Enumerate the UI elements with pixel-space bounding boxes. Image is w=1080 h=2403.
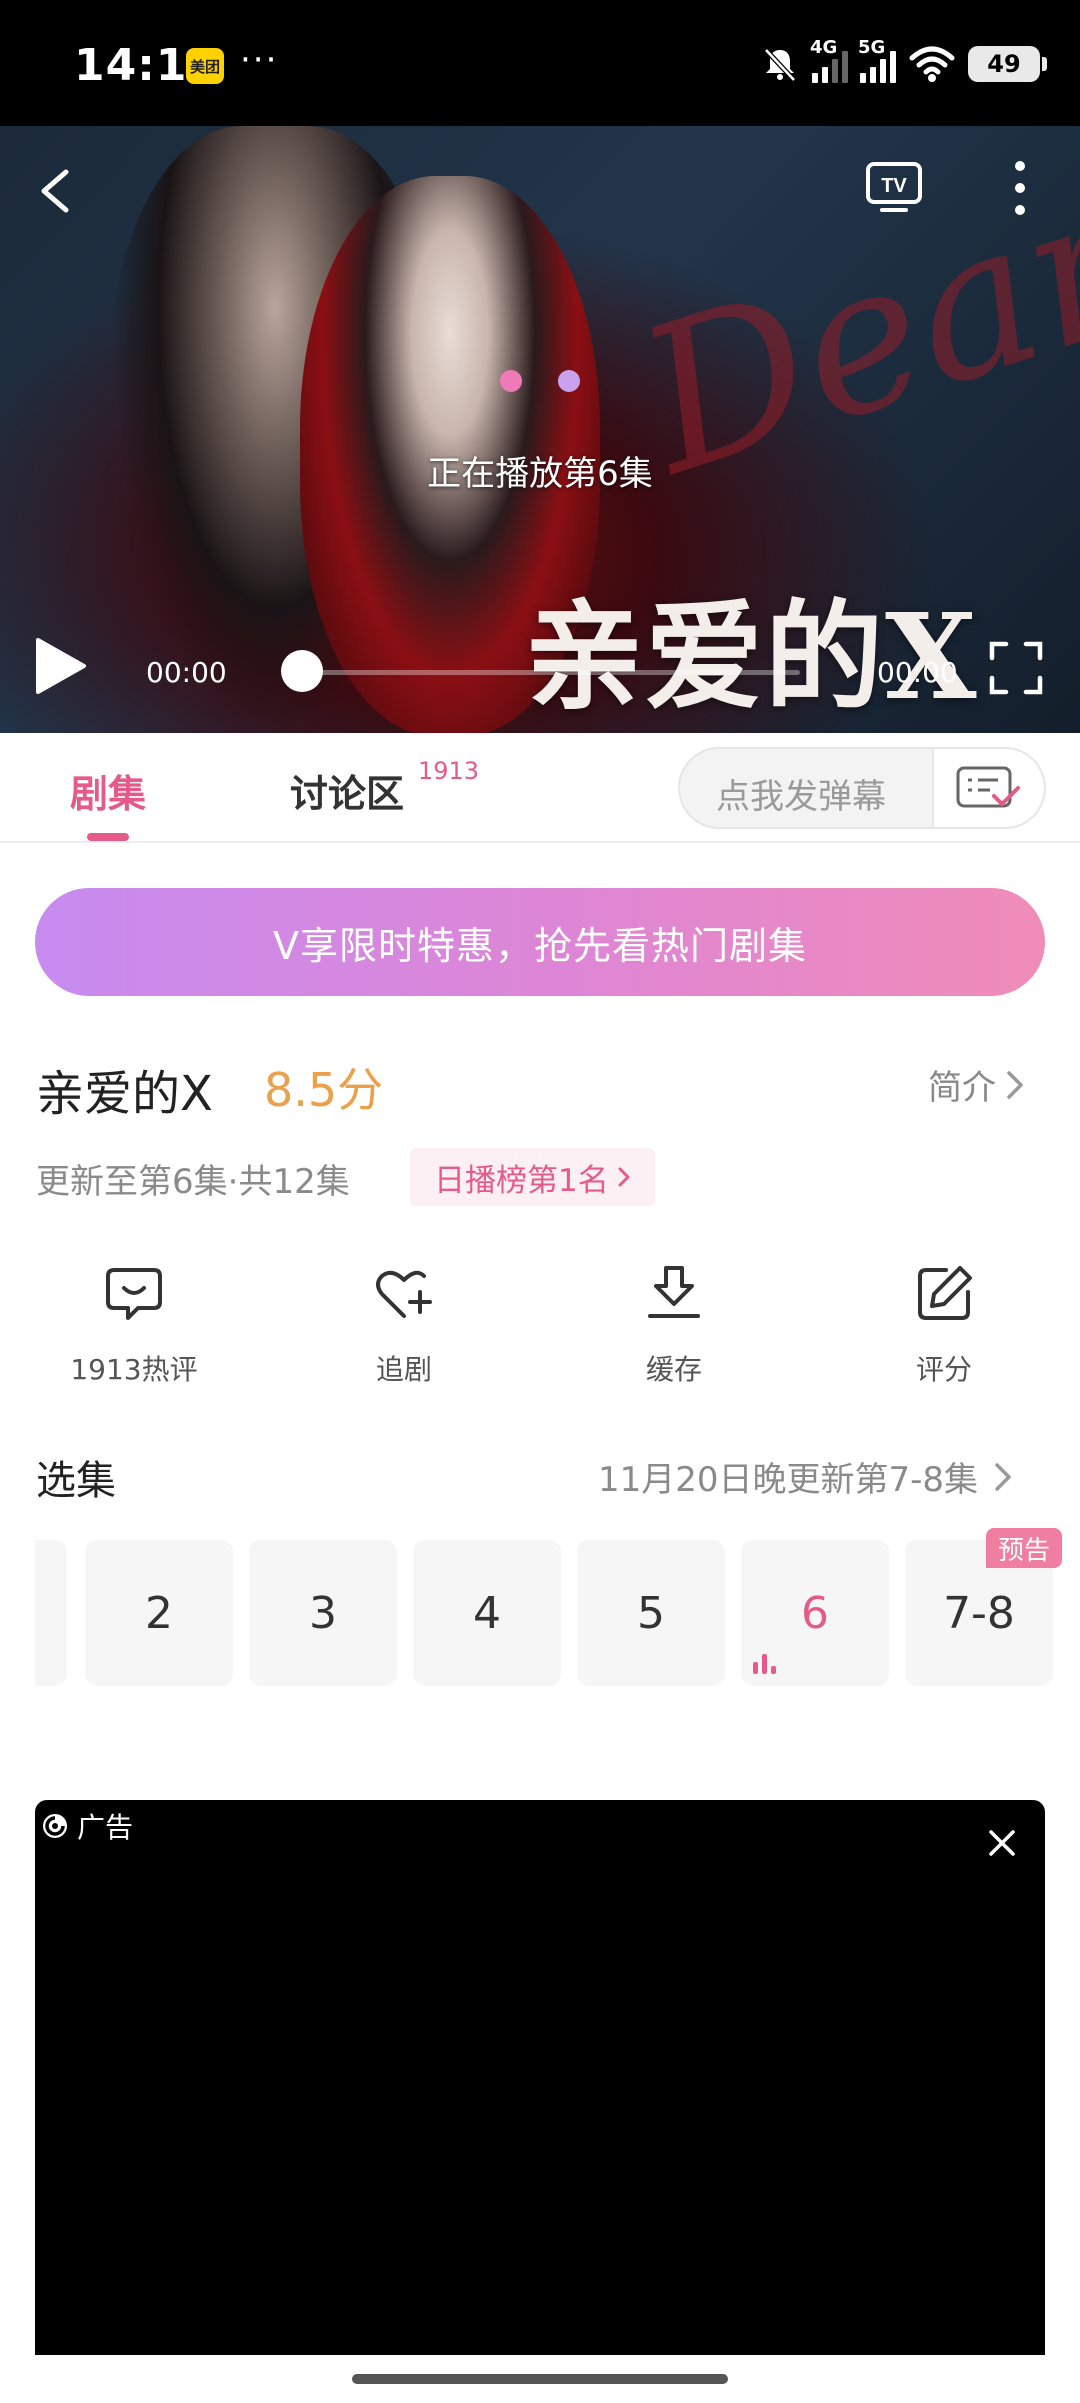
show-score: 8.5分 <box>264 1063 384 1117</box>
danmu-placeholder: 点我发弹幕 <box>716 777 886 817</box>
signal-5g-icon: 5G <box>858 37 896 83</box>
preview-badge: 预告 <box>986 1528 1063 1568</box>
action-label: 1913热评 <box>70 1353 198 1386</box>
play-icon[interactable] <box>30 634 90 698</box>
progress-knob[interactable] <box>281 650 323 692</box>
ad-label: 广告 <box>41 1806 133 1846</box>
comment-icon <box>106 1268 162 1320</box>
tab-discussion[interactable]: 讨论区 <box>290 763 404 818</box>
tv-cast-icon[interactable]: TV <box>864 160 924 214</box>
intro-label: 简介 <box>928 1068 996 1108</box>
battery-icon: 49 <box>968 46 1047 82</box>
tab-bar: 剧集 讨论区 1913 点我发弹幕 <box>0 733 1080 843</box>
rank-label: 日播榜第1名 <box>434 1162 609 1199</box>
episode-section-title: 选集 <box>36 1458 116 1504</box>
vip-promo-banner[interactable]: V享限时特惠，抢先看热门剧集 <box>35 888 1045 996</box>
more-notifications-icon: ··· <box>240 40 279 80</box>
ad-logo-icon <box>43 1814 67 1838</box>
wifi-icon <box>909 46 955 82</box>
heart-plus-icon <box>376 1270 432 1318</box>
chevron-right-icon <box>1007 1070 1023 1099</box>
download-button[interactable]: 缓存 <box>574 1262 774 1388</box>
network-4g-label: 4G <box>810 37 838 58</box>
action-label: 追剧 <box>375 1353 432 1386</box>
edit-icon <box>918 1266 972 1320</box>
follow-drama-button[interactable]: 追剧 <box>304 1262 504 1388</box>
meituan-app-icon: 美团 <box>186 48 224 84</box>
show-title: 亲爱的X <box>36 1066 213 1122</box>
mute-bell-icon <box>764 48 796 82</box>
episode-item-active[interactable]: 6 <box>741 1540 889 1686</box>
hot-comments-button[interactable]: 1913热评 <box>34 1262 234 1388</box>
episode-number: 6 <box>801 1587 829 1639</box>
episode-item[interactable]: 3 <box>249 1540 397 1686</box>
episode-item[interactable]: 5 <box>577 1540 725 1686</box>
episode-update-link[interactable]: 11月20日晚更新第7-8集 <box>598 1452 1014 1501</box>
fullscreen-icon[interactable] <box>988 640 1044 696</box>
chevron-right-icon <box>618 1167 630 1187</box>
discussion-count: 1913 <box>418 757 480 785</box>
status-icons: 4G 5G 49 <box>760 36 1047 92</box>
download-icon <box>648 1266 700 1318</box>
home-indicator[interactable] <box>352 2374 728 2384</box>
danmu-toggle-button[interactable] <box>932 749 1044 827</box>
tab-episodes[interactable]: 剧集 <box>70 763 146 818</box>
danmu-settings-icon <box>956 766 1020 808</box>
episode-item[interactable]: 4 <box>413 1540 561 1686</box>
loading-dot <box>500 370 522 392</box>
action-label: 缓存 <box>645 1353 702 1386</box>
playing-bars-icon <box>753 1654 776 1674</box>
poster-title: 亲爱的X <box>525 587 979 726</box>
chevron-right-icon <box>995 1462 1011 1491</box>
ad-text: 广告 <box>77 1811 134 1844</box>
progress-track[interactable] <box>302 670 800 675</box>
rank-badge[interactable]: 日播榜第1名 <box>410 1148 655 1206</box>
video-player[interactable]: Dear 亲爱的X 正在播放第6集 TV 00:00 00:00 <box>0 126 1080 733</box>
ad-banner[interactable]: 广告 <box>35 1800 1045 2355</box>
network-5g-label: 5G <box>858 37 886 58</box>
episode-item[interactable] <box>35 1540 67 1686</box>
danmu-input[interactable]: 点我发弹幕 <box>678 747 1046 829</box>
signal-4g-icon: 4G <box>810 37 848 83</box>
intro-link[interactable]: 简介 <box>928 1060 1026 1109</box>
action-bar: 1913热评 追剧 缓存 评分 <box>0 1262 1080 1402</box>
close-icon[interactable] <box>987 1828 1017 1858</box>
episode-item[interactable]: 2 <box>85 1540 233 1686</box>
episode-update-note: 11月20日晚更新第7-8集 <box>598 1460 979 1500</box>
loading-dot <box>558 370 580 392</box>
status-bar: 14:11 美团 ··· 4G 5G 49 <box>0 0 1080 126</box>
more-icon[interactable] <box>1000 156 1040 220</box>
total-time: 00:00 <box>877 656 958 689</box>
back-icon[interactable] <box>30 156 80 226</box>
action-label: 评分 <box>915 1353 972 1386</box>
svg-text:TV: TV <box>881 175 907 197</box>
update-status: 更新至第6集·共12集 <box>36 1162 350 1202</box>
episode-list: 2 3 4 5 6 7-8 <box>0 1528 1080 1688</box>
now-playing-text: 正在播放第6集 <box>427 454 653 494</box>
tab-active-indicator <box>87 833 129 841</box>
current-time: 00:00 <box>146 656 227 689</box>
rate-button[interactable]: 评分 <box>844 1262 1044 1388</box>
